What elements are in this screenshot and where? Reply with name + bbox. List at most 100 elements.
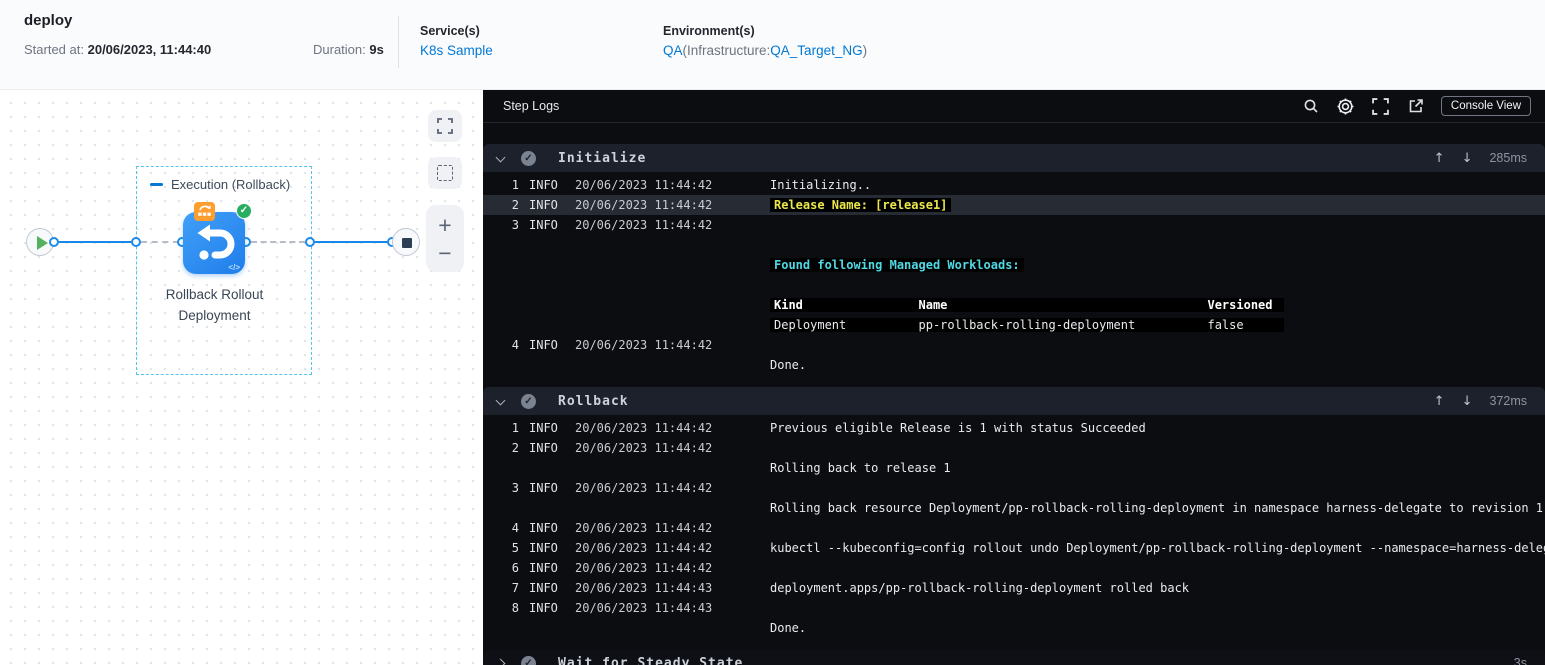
zoom-out-button[interactable]: − [438,239,451,267]
log-message: Release Name: [release1] [770,198,1545,212]
end-node[interactable] [392,228,420,256]
log-message: Rolling back resource Deployment/pp-roll… [770,501,1545,515]
status-check-icon: ✓ [521,393,536,409]
log-timestamp: 20/06/2023 11:44:42 [575,561,713,575]
line-number: 8 [511,601,519,615]
log-timestamp: 20/06/2023 11:44:42 [575,541,713,555]
log-message: Initializing.. [770,178,1545,192]
section-header[interactable]: ✓ Wait for Steady State 3s [483,650,1545,665]
canvas-zoom-control[interactable]: + − [426,205,464,272]
zoom-in-button[interactable]: + [438,211,451,239]
log-rows: 1 INFO 20/06/2023 11:44:42 Previous eligibl… [483,415,1545,638]
line-number: 4 [511,338,519,352]
log-message-text: deployment.apps/pp-rollback-rolling-depl… [770,581,1190,595]
console-title: Step Logs [503,99,560,113]
edge-line-dashed [251,241,305,243]
collapse-minus-icon[interactable] [150,183,163,186]
section-header[interactable]: ✓ Initialize ↑ ↓ 285ms [483,144,1545,172]
scroll-to-bottom-icon[interactable]: ↓ [1462,394,1473,409]
fullscreen-icon[interactable] [1371,96,1391,116]
log-timestamp: 20/06/2023 11:44:42 [575,218,713,232]
duration: Duration: 9s [313,42,384,57]
search-icon[interactable] [1301,96,1321,116]
code-glyph: </> [228,263,240,272]
gear-icon[interactable] [1336,96,1356,116]
infrastructure-prefix: (Infrastructure: [682,43,771,58]
log-level: INFO [529,601,558,615]
log-row [483,275,1545,295]
log-row: 2 INFO 20/06/2023 11:44:42 Release Name: [r… [483,195,1545,215]
step-title: Rollback Rollout Deployment [134,284,295,326]
fullscreen-icon [437,118,453,134]
status-check-icon: ✓ [521,655,536,665]
line-number: 5 [511,541,519,555]
section-title: Rollback [558,393,629,409]
log-message: Rolling back to release 1 [770,461,1545,475]
log-section: ✓ Initialize ↑ ↓ 285ms 1 INFO 20/06/2023 11:44:… [483,144,1545,375]
log-timestamp: 20/06/2023 11:44:43 [575,581,713,595]
console-header: Step Logs Console View [483,90,1545,123]
environment-link[interactable]: QA [663,43,683,58]
log-row: Deployment pp-rollback-rolling-deploymen… [483,315,1545,335]
scroll-to-top-icon[interactable]: ↑ [1434,151,1445,166]
log-level: INFO [529,198,558,212]
chevron-down-icon[interactable] [495,395,506,405]
log-row: 7 INFO 20/06/2023 11:44:43 deployment.apps/… [483,578,1545,598]
infrastructure-link[interactable]: QA_Target_NG [770,43,862,58]
line-number: 2 [511,198,519,212]
log-timestamp: 20/06/2023 11:44:42 [575,481,713,495]
log-row: 8 INFO 20/06/2023 11:44:43 [483,598,1545,618]
pipeline-canvas[interactable]: Execution (Rollback) </> ✓ Rollback Roll… [0,90,483,665]
scroll-to-top-icon[interactable]: ↑ [1434,394,1445,409]
log-row: 4 INFO 20/06/2023 11:44:42 [483,335,1545,355]
open-in-new-icon[interactable] [1406,96,1426,116]
scroll-to-bottom-icon[interactable]: ↓ [1462,151,1473,166]
edge-line [59,241,136,243]
log-row: 4 INFO 20/06/2023 11:44:42 [483,518,1545,538]
log-timestamp: 20/06/2023 11:44:42 [575,521,713,535]
chevron-down-icon[interactable] [495,152,506,162]
log-message: Done. [770,358,1545,372]
log-row: Rolling back to release 1 [483,458,1545,478]
line-number: 1 [511,421,519,435]
edge-connector [49,237,59,247]
log-message: deployment.apps/pp-rollback-rolling-depl… [770,581,1545,595]
log-message-text: Done. [770,621,807,635]
marquee-icon [437,165,453,181]
pipeline-name: deploy [24,12,73,29]
duration-value: 9s [369,42,384,57]
rollback-step-node[interactable]: </> [183,212,245,274]
log-level: INFO [529,421,558,435]
line-number: 3 [511,481,519,495]
canvas-fullscreen-button[interactable] [428,110,462,142]
log-rows: 1 INFO 20/06/2023 11:44:42 Initializing.. 2 I… [483,172,1545,375]
log-row [483,235,1545,255]
status-check-icon: ✓ [521,150,536,166]
console-view-button[interactable]: Console View [1440,96,1531,116]
edge-line-dashed [141,241,179,243]
started-at: Started at: 20/06/2023, 11:44:40 [24,42,211,57]
log-message-text: Initializing.. [770,178,872,192]
environment-value: QA(Infrastructure:QA_Target_NG) [663,43,867,58]
section-duration: 372ms [1489,394,1527,408]
log-message: Deployment pp-rollback-rolling-deploymen… [770,318,1545,332]
log-timestamp: 20/06/2023 11:44:42 [575,178,713,192]
log-level: INFO [529,521,558,535]
service-link[interactable]: K8s Sample [420,43,493,58]
log-message-text: Deployment pp-rollback-rolling-deploymen… [770,318,1284,332]
chevron-right-icon[interactable] [495,658,506,665]
canvas-select-button[interactable] [428,157,462,189]
log-level: INFO [529,481,558,495]
log-level: INFO [529,178,558,192]
section-header[interactable]: ✓ Rollback ↑ ↓ 372ms [483,387,1545,415]
log-timestamp: 20/06/2023 11:44:42 [575,338,713,352]
log-message-text: Previous eligible Release is 1 with stat… [770,421,1146,435]
console-toolbar: Console View [1301,96,1531,116]
section-header-right: ↑ ↓ 285ms [1434,151,1527,166]
started-value: 20/06/2023, 11:44:40 [87,42,212,57]
line-number: 6 [511,561,519,575]
log-level: INFO [529,218,558,232]
section-header-right: ↑ ↓ 372ms [1434,394,1527,409]
section-duration: 285ms [1489,151,1527,165]
line-number: 2 [511,441,519,455]
